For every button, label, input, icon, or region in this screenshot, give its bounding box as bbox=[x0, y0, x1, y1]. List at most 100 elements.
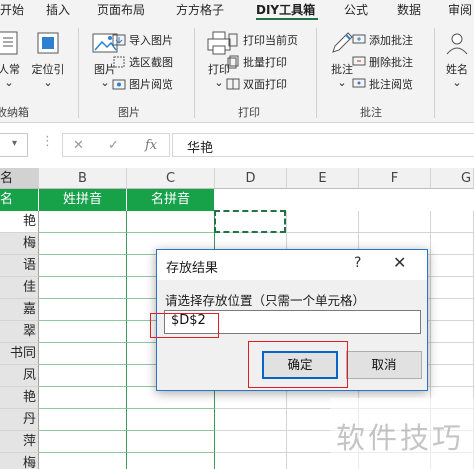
tab-insert[interactable]: 插入 bbox=[46, 1, 70, 18]
cell-g6[interactable] bbox=[431, 299, 474, 321]
tab-fangfang[interactable]: 方方格子 bbox=[176, 1, 224, 18]
cell-c11[interactable] bbox=[127, 409, 215, 431]
batch-print-button[interactable]: 批量打印 bbox=[226, 52, 287, 72]
tab-home[interactable]: 开始 bbox=[0, 1, 24, 18]
cell-g8[interactable] bbox=[431, 343, 474, 365]
add-comment-icon bbox=[352, 34, 366, 44]
cell-b13[interactable] bbox=[39, 453, 127, 469]
insert-function-icon[interactable]: fx bbox=[145, 138, 157, 153]
formula-buttons: ✕ ✓ fx bbox=[62, 133, 170, 157]
cell-a4[interactable]: 语 bbox=[0, 255, 39, 277]
batch-print-icon bbox=[227, 55, 239, 69]
column-header-b[interactable]: B bbox=[39, 168, 127, 189]
cell-g4[interactable] bbox=[431, 255, 474, 277]
tab-page-layout[interactable]: 页面布局 bbox=[97, 1, 145, 18]
ribbon-tab-bar: 开始 插入 页面布局 方方格子 DIY工具箱 公式 数据 审阅 bbox=[0, 0, 474, 20]
cell-d11[interactable] bbox=[215, 409, 287, 431]
more-dots-icon: ⋮ bbox=[41, 134, 54, 149]
cell-b8[interactable] bbox=[39, 343, 127, 365]
cell-c1[interactable]: 名拼音 bbox=[127, 189, 215, 211]
ribbon-btn-locate-ref[interactable]: 定位引 ⌄ bbox=[26, 28, 70, 89]
copy-marquee-d2 bbox=[214, 210, 286, 233]
cell-g5[interactable] bbox=[431, 277, 474, 299]
document-icon bbox=[0, 31, 18, 55]
cell-b9[interactable] bbox=[39, 365, 127, 387]
column-header-f[interactable]: F bbox=[359, 168, 431, 189]
cell-a9[interactable]: 凤 bbox=[0, 365, 39, 387]
close-icon[interactable]: ✕ bbox=[393, 253, 406, 272]
add-comment-button[interactable]: 添加批注 bbox=[352, 30, 413, 50]
formula-input[interactable]: 华艳 bbox=[172, 133, 474, 157]
cell-b4[interactable] bbox=[39, 255, 127, 277]
cell-g2[interactable] bbox=[431, 211, 474, 233]
group-separator bbox=[78, 28, 79, 118]
cell-d13[interactable] bbox=[215, 453, 287, 469]
ribbon-btn-frequent[interactable]: 人常 ⌄ bbox=[0, 28, 26, 89]
print-current-page-button[interactable]: 打印当前页 bbox=[226, 30, 298, 50]
column-header-c[interactable]: C bbox=[127, 168, 215, 189]
cell-a8[interactable]: 书同 bbox=[0, 343, 39, 365]
group-separator bbox=[194, 28, 195, 118]
cell-g3[interactable] bbox=[431, 233, 474, 255]
cell-b5[interactable] bbox=[39, 277, 127, 299]
region-screenshot-button[interactable]: 选区截图 bbox=[112, 52, 173, 72]
cancel-button[interactable]: 取消 bbox=[346, 351, 422, 379]
cell-b6[interactable] bbox=[39, 299, 127, 321]
locate-icon bbox=[37, 32, 59, 54]
cell-e2[interactable] bbox=[287, 211, 359, 233]
cell-a6[interactable]: 嘉 bbox=[0, 299, 39, 321]
column-header-e[interactable]: E bbox=[287, 168, 359, 189]
preview-icon bbox=[112, 79, 126, 90]
import-picture-button[interactable]: 导入图片 bbox=[112, 30, 173, 50]
cell-a10[interactable]: 艳 bbox=[0, 387, 39, 409]
cancel-icon[interactable]: ✕ bbox=[73, 138, 84, 153]
import-icon bbox=[112, 34, 126, 46]
cell-b3[interactable] bbox=[39, 233, 127, 255]
cell-b10[interactable] bbox=[39, 387, 127, 409]
cell-d12[interactable] bbox=[215, 431, 287, 453]
cell-b1[interactable]: 姓拼音 bbox=[39, 189, 127, 211]
name-box[interactable]: ▾ bbox=[0, 133, 28, 157]
duplex-print-button[interactable]: 双面打印 bbox=[226, 74, 287, 94]
watermark: 软件技巧 bbox=[336, 421, 465, 455]
cell-c13[interactable] bbox=[127, 453, 215, 469]
group-label-collect: 收纳箱 bbox=[0, 106, 29, 119]
tab-data[interactable]: 数据 bbox=[397, 1, 421, 18]
cell-a2[interactable]: 艳 bbox=[0, 211, 39, 233]
group-label-comment: 批注 bbox=[360, 106, 382, 119]
column-header-g[interactable]: G bbox=[431, 168, 474, 189]
cell-b2[interactable] bbox=[39, 211, 127, 233]
ribbon-btn-name[interactable]: 姓名 ⌄ bbox=[440, 28, 474, 89]
chevron-down-icon[interactable]: ▾ bbox=[12, 138, 17, 149]
picture-preview-button[interactable]: 图片阅览 bbox=[112, 74, 173, 94]
cell-a13[interactable]: 梅 bbox=[0, 453, 39, 469]
group-separator bbox=[434, 28, 435, 118]
cell-g7[interactable] bbox=[431, 321, 474, 343]
cell-f2[interactable] bbox=[359, 211, 431, 233]
column-header-a[interactable]: 名 bbox=[0, 168, 39, 189]
cell-a1[interactable]: 名 bbox=[0, 189, 39, 211]
tab-review[interactable]: 审阅 bbox=[448, 1, 472, 18]
delete-comment-button[interactable]: 删除批注 bbox=[352, 52, 413, 72]
tab-formulas[interactable]: 公式 bbox=[344, 1, 368, 18]
group-separator bbox=[316, 28, 317, 118]
cell-b11[interactable] bbox=[39, 409, 127, 431]
confirm-icon[interactable]: ✓ bbox=[108, 138, 119, 153]
cell-b7[interactable] bbox=[39, 321, 127, 343]
cell-a11[interactable]: 丹 bbox=[0, 409, 39, 431]
cell-a3[interactable]: 梅 bbox=[0, 233, 39, 255]
print-page-icon bbox=[228, 33, 238, 47]
cell-a12[interactable]: 萍 bbox=[0, 431, 39, 453]
cell-b12[interactable] bbox=[39, 431, 127, 453]
delete-comment-icon bbox=[352, 56, 366, 66]
comment-preview-button[interactable]: 批注阅览 bbox=[352, 74, 413, 94]
group-label-picture: 图片 bbox=[118, 106, 140, 119]
help-icon[interactable]: ? bbox=[354, 255, 361, 271]
cell-a7[interactable]: 翠 bbox=[0, 321, 39, 343]
column-header-d[interactable]: D bbox=[215, 168, 287, 189]
tab-diy-toolbox[interactable]: DIY工具箱 bbox=[256, 1, 315, 18]
cell-g9[interactable] bbox=[431, 365, 474, 387]
cell-c2[interactable] bbox=[127, 211, 215, 233]
cell-c12[interactable] bbox=[127, 431, 215, 453]
cell-a5[interactable]: 佳 bbox=[0, 277, 39, 299]
